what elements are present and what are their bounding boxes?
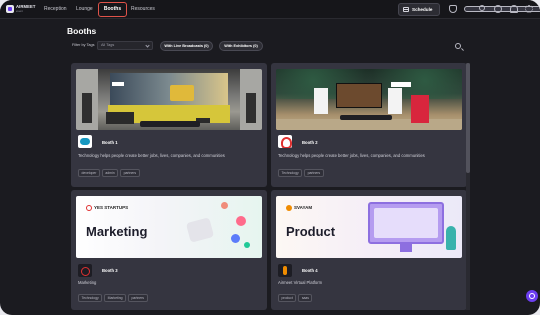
orange-candle-icon [278, 264, 292, 277]
tag: Marketing [104, 294, 127, 302]
tag: Technology [78, 294, 103, 302]
booth-card[interactable]: YES STARTUPS Marketing Booth 3 Marketing… [71, 190, 267, 310]
nav-tab-lounge[interactable]: Lounge [76, 0, 93, 19]
booth-description: Technology helps people create better jo… [278, 153, 425, 158]
filter-label: Filter by Tags [72, 43, 95, 47]
tag-filter-value: All Tags [101, 43, 115, 47]
search-icon[interactable] [455, 43, 461, 49]
nav-tab-booths[interactable]: Booths [98, 2, 127, 17]
booth-card[interactable]: Booth 1 Technology helps people create b… [71, 63, 267, 187]
nav-tab-resources[interactable]: Resources [131, 0, 155, 19]
booth-name: Booth 1 [102, 140, 118, 145]
logo-mark-icon [6, 5, 14, 13]
booth-name: Booth 3 [102, 268, 118, 273]
red-mascot-icon [278, 135, 292, 148]
booth-description: Airmeet Virtual Platform [278, 280, 323, 285]
booth-card[interactable]: SVAYAM Product Booth 4 Airmeet Virtual P… [271, 190, 467, 310]
shield-icon[interactable] [449, 5, 457, 13]
banner-title: Marketing [86, 224, 148, 239]
tag: Technology [278, 169, 303, 177]
booth-card[interactable]: Booth 2 Technology helps people create b… [271, 63, 467, 187]
booth-tags: Technology partners [278, 169, 324, 177]
page-title: Booths [67, 26, 97, 36]
booth-description: Technology helps people create better jo… [78, 153, 225, 158]
booth-name: Booth 4 [302, 268, 318, 273]
booth-tags: Technology Marketing partners [78, 294, 148, 302]
booth-banner: SVAYAM Product [276, 196, 462, 258]
booth-thumbnail [276, 69, 462, 130]
top-navigation-bar: AIRMEET event Reception Lounge Booths Re… [0, 0, 540, 19]
gear-icon[interactable] [525, 5, 533, 13]
bell-icon[interactable] [510, 5, 518, 13]
booth-description: Marketing [78, 280, 97, 285]
banner-title: Product [286, 224, 336, 239]
booth-tags: developer admin partners [78, 169, 140, 177]
exhibitors-filter-button[interactable]: With Exhibitors (0) [219, 41, 263, 51]
banner-brand: SVAYAM [286, 205, 312, 211]
chat-icon[interactable] [494, 5, 502, 13]
tag: saas [298, 294, 313, 302]
banner-brand: YES STARTUPS [86, 205, 128, 211]
tag-filter-select[interactable]: All Tags [97, 41, 153, 50]
booth-tags: product saas [278, 294, 313, 302]
red-circle-icon [78, 264, 92, 277]
tag: partners [304, 169, 324, 177]
booth-name: Booth 2 [302, 140, 318, 145]
people-icon[interactable] [479, 5, 485, 11]
nav-tab-reception[interactable]: Reception [44, 0, 67, 19]
booth-preview-toolbar [140, 121, 200, 127]
booth-banner: YES STARTUPS Marketing [76, 196, 262, 258]
schedule-button[interactable]: Schedule [398, 3, 440, 16]
scrollbar-thumb[interactable] [466, 63, 470, 173]
tag: developer [78, 169, 100, 177]
tag: partners [120, 169, 140, 177]
logo-subtitle: event [16, 9, 23, 13]
app-window: AIRMEET event Reception Lounge Booths Re… [0, 0, 540, 315]
schedule-button-label: Schedule [412, 7, 433, 12]
tag: admin [101, 169, 119, 177]
event-logo[interactable]: AIRMEET event [6, 4, 35, 15]
salesforce-cloud-icon [78, 135, 92, 148]
live-broadcasts-filter-button[interactable]: With Live Broadcasts (0) [160, 41, 213, 51]
monitor-icon [368, 202, 444, 244]
tag: product [278, 294, 297, 302]
tag: partners [128, 294, 148, 302]
megaphone-icon [185, 217, 215, 243]
help-button[interactable] [526, 290, 538, 302]
chevron-down-icon [145, 43, 150, 48]
calendar-icon [403, 7, 409, 12]
booth-thumbnail [76, 69, 262, 130]
